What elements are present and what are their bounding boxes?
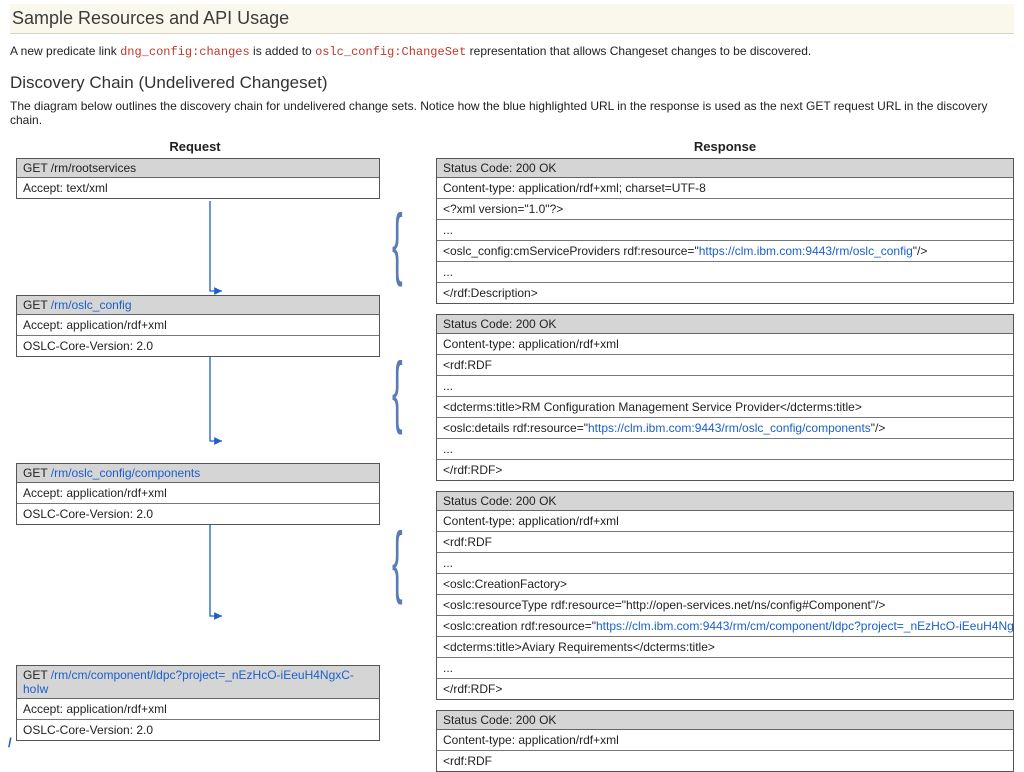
subhead: Discovery Chain (Undelivered Changeset) — [10, 73, 1014, 93]
response-col-head: Response — [436, 139, 1014, 154]
req-path: /rm/cm/component/ldpc?project=_nEzHcO-iE… — [23, 668, 354, 696]
page-title: Sample Resources and API Usage — [12, 8, 1008, 29]
request-column: Request GE — [10, 139, 380, 772]
resp-row: <rdf:RDF — [437, 751, 1013, 771]
request-box-1: GET /rm/rootservices Accept: text/xml — [16, 158, 380, 199]
description: The diagram below outlines the discovery… — [10, 99, 1014, 127]
resp-row: ... — [437, 439, 1013, 460]
request-box-4: GET /rm/cm/component/ldpc?project=_nEzHc… — [16, 665, 380, 741]
response-box-2: Status Code: 200 OK Content-type: applic… — [436, 314, 1014, 481]
resp-status: Status Code: 200 OK — [437, 492, 1013, 511]
resp-row: <dcterms:title>Aviary Requirements</dcte… — [437, 637, 1013, 658]
resp-row: <oslc:details rdf:resource="https://clm.… — [437, 418, 1013, 439]
resp-row-post: "/> — [871, 421, 886, 435]
req-method: GET — [23, 466, 51, 480]
resp-row: </rdf:RDF> — [437, 679, 1013, 699]
resp-row: ... — [437, 658, 1013, 679]
resp-row: <?xml version="1.0"?> — [437, 199, 1013, 220]
req-path: /rm/oslc_config — [51, 298, 132, 312]
req-oslc: OSLC-Core-Version: 2.0 — [17, 720, 379, 740]
request-header-2: GET /rm/oslc_config — [17, 296, 379, 315]
resp-row-url: https://clm.ibm.com:9443/rm/oslc_config/… — [588, 421, 871, 435]
intro-code-2: oslc_config:ChangeSet — [315, 45, 466, 59]
intro-suffix: representation that allows Changeset cha… — [466, 44, 811, 58]
req-accept: Accept: application/rdf+xml — [17, 699, 379, 720]
resp-row: ... — [437, 376, 1013, 397]
resp-ctype: Content-type: application/rdf+xml — [437, 334, 1013, 355]
resp-row: ... — [437, 262, 1013, 283]
resp-row-pre: <oslc:details rdf:resource=" — [443, 421, 588, 435]
request-box-3: GET /rm/oslc_config/components Accept: a… — [16, 463, 380, 525]
resp-row: <dcterms:title>RM Configuration Manageme… — [437, 397, 1013, 418]
resp-ctype: Content-type: application/rdf+xml — [437, 511, 1013, 532]
req-path: /rm/oslc_config/components — [51, 466, 200, 480]
resp-row: <oslc:creation rdf:resource="https://clm… — [437, 616, 1013, 637]
intro-prefix: A new predicate link — [10, 44, 120, 58]
resp-status: Status Code: 200 OK — [437, 315, 1013, 334]
response-box-4: Status Code: 200 OK Content-type: applic… — [436, 710, 1014, 772]
resp-row: </rdf:Description> — [437, 283, 1013, 303]
intro-code-1: dng_config:changes — [120, 45, 250, 59]
request-col-head: Request — [10, 139, 380, 154]
req-oslc: OSLC-Core-Version: 2.0 — [17, 504, 379, 524]
request-header-3: GET /rm/oslc_config/components — [17, 464, 379, 483]
resp-row: <oslc_config:cmServiceProviders rdf:reso… — [437, 241, 1013, 262]
req-accept: Accept: text/xml — [17, 178, 379, 198]
resp-row: ... — [437, 553, 1013, 574]
request-box-2: GET /rm/oslc_config Accept: application/… — [16, 295, 380, 357]
req-method: GET — [23, 161, 51, 175]
response-box-1: Status Code: 200 OK Content-type: applic… — [436, 158, 1014, 304]
req-accept: Accept: application/rdf+xml — [17, 483, 379, 504]
page-title-bar: Sample Resources and API Usage — [10, 4, 1014, 34]
intro-text: A new predicate link dng_config:changes … — [10, 44, 1014, 59]
resp-status: Status Code: 200 OK — [437, 159, 1013, 178]
request-header-1: GET /rm/rootservices — [17, 159, 379, 178]
resp-row-url: https://clm.ibm.com:9443/rm/oslc_config — [699, 244, 913, 258]
resp-row: <rdf:RDF — [437, 532, 1013, 553]
resp-row-post: "/> — [913, 244, 928, 258]
resp-row-pre: <oslc_config:cmServiceProviders rdf:reso… — [443, 244, 699, 258]
resp-row: <oslc:resourceType rdf:resource="http://… — [437, 595, 1013, 616]
resp-row: ... — [437, 220, 1013, 241]
resp-row-url: https://clm.ibm.com:9443/rm/cm/component… — [596, 619, 1013, 633]
req-oslc: OSLC-Core-Version: 2.0 — [17, 336, 379, 356]
intro-mid: is added to — [250, 44, 315, 58]
req-method: GET — [23, 668, 51, 682]
resp-row: </rdf:RDF> — [437, 460, 1013, 480]
req-accept: Accept: application/rdf+xml — [17, 315, 379, 336]
resp-row: <oslc:CreationFactory> — [437, 574, 1013, 595]
resp-ctype: Content-type: application/rdf+xml — [437, 730, 1013, 751]
resp-row: <rdf:RDF — [437, 355, 1013, 376]
request-header-4: GET /rm/cm/component/ldpc?project=_nEzHc… — [17, 666, 379, 699]
req-method: GET — [23, 298, 51, 312]
response-column: Response Status Code: 200 OK Content-typ… — [436, 139, 1014, 772]
resp-row-pre: <oslc:creation rdf:resource=" — [443, 619, 596, 633]
req-path: /rm/rootservices — [51, 161, 136, 175]
response-box-3: Status Code: 200 OK Content-type: applic… — [436, 491, 1014, 700]
resp-ctype: Content-type: application/rdf+xml; chars… — [437, 178, 1013, 199]
resp-status: Status Code: 200 OK — [437, 711, 1013, 730]
